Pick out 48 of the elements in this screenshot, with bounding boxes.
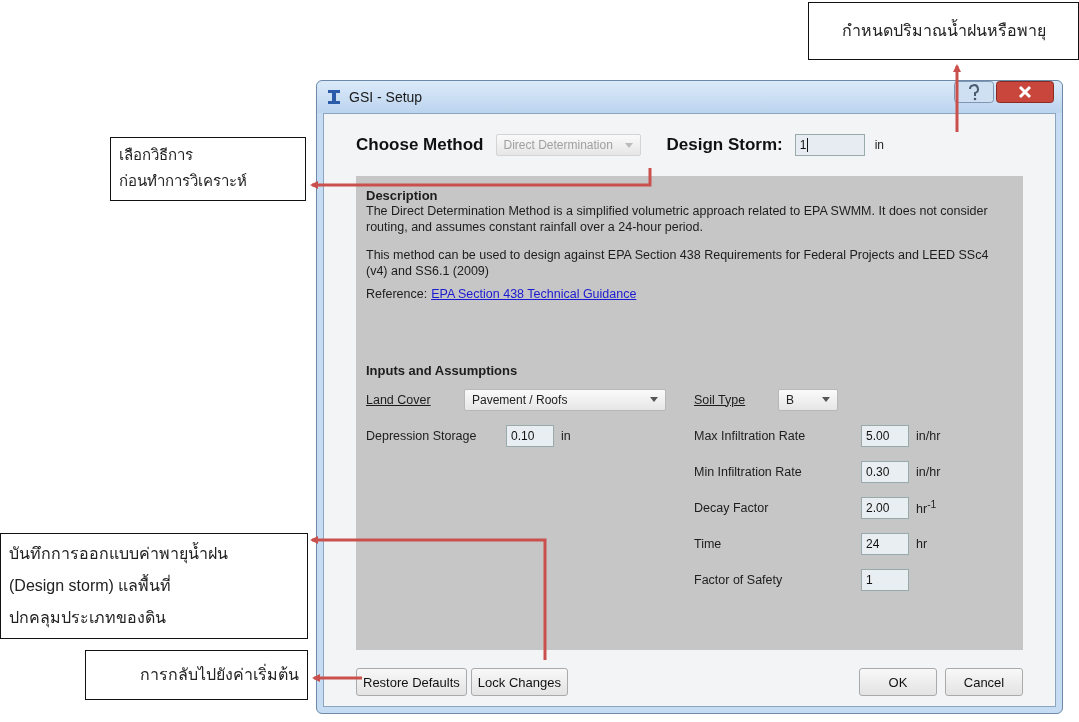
callout-note: กำหนดปริมาณน้ำฝนหรือพายุ — [808, 2, 1079, 60]
parameter-field[interactable]: 0.30 — [861, 460, 909, 483]
design-storm-label: Design Storm: — [666, 135, 783, 155]
unit-label: in/hr — [916, 428, 941, 443]
soil-type-dropdown[interactable]: B — [778, 388, 838, 411]
parameter-label: Min Infiltration Rate — [694, 464, 803, 479]
caret-icon — [624, 142, 633, 148]
caret-icon — [822, 397, 830, 402]
reference-label: Reference: — [366, 287, 428, 301]
caret-icon — [650, 397, 658, 402]
callout-note: บันทึกการออกแบบค่าพายุน้ำฝน (Design storm) แลพื้นที่ ปกคลุมประเภทของดิน — [0, 533, 308, 639]
parameter-field[interactable]: 2.00 — [861, 496, 909, 519]
soil-type-label[interactable]: Soil Type — [694, 392, 778, 407]
land-cover-dropdown[interactable]: Pavement / Roofs — [464, 388, 666, 411]
dialog-button[interactable]: OK — [859, 668, 937, 696]
dialog-button[interactable]: Cancel — [945, 668, 1023, 696]
unit-label: hr$^{-1}$ — [916, 498, 937, 517]
parameter-label: Factor of Safety — [694, 572, 784, 587]
description-text: This method can be used to design against EPA Section 438 Requirements for Federal Projects and LEED SSc4 (v4) and SS6.1 (2009) — [366, 247, 990, 279]
reference-link[interactable]: EPA Section 438 Technical Guidance — [431, 287, 637, 301]
description-text: The Direct Determination Method is a simplified volumetric approach related to EPA SWMM. It does not consider routing, and assumes constant rainfall over a 24-hour period. — [366, 203, 989, 235]
section-heading: Inputs and Assumptions — [366, 363, 519, 378]
callout-arrow — [312, 674, 362, 682]
land-cover-label[interactable]: Land Cover — [366, 392, 464, 407]
section-heading: Description — [366, 188, 439, 203]
callout-note: เลือกวิธีการ ก่อนทำการวิเคราะห์ — [110, 137, 306, 201]
parameter-label: Time — [694, 536, 723, 551]
parameter-label: Depression Storage — [366, 428, 478, 443]
app-icon — [327, 89, 341, 105]
callout-arrow — [953, 64, 961, 132]
parameter-label: Max Infiltration Rate — [694, 428, 807, 443]
unit-label: in — [561, 428, 571, 443]
parameter-field[interactable]: 1 — [861, 568, 909, 591]
dialog-button[interactable]: Lock Changes — [470, 668, 568, 696]
window-title: GSI - Setup — [349, 89, 423, 105]
help-icon[interactable] — [954, 81, 994, 103]
close-icon[interactable] — [996, 81, 1054, 103]
callout-note: การกลับไปยังค่าเริ่มต้น — [85, 650, 308, 700]
unit-label: in — [874, 138, 885, 152]
parameter-field[interactable]: 0.10 — [506, 424, 554, 447]
parameter-field[interactable]: 24 — [861, 532, 909, 555]
method-label: Choose Method — [356, 135, 484, 155]
dialog-button[interactable]: Restore Defaults — [356, 668, 467, 696]
parameter-label: Decay Factor — [694, 500, 770, 515]
unit-label: in/hr — [916, 464, 941, 479]
parameter-field[interactable]: 5.00 — [861, 424, 909, 447]
design-storm-field[interactable]: 1 — [794, 134, 865, 156]
unit-label: hr — [916, 536, 928, 551]
